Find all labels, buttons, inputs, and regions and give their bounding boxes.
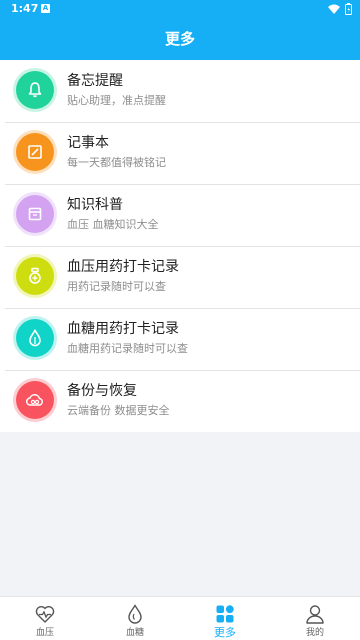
menu-item-notebook[interactable]: 记事本 每一天都值得被铭记 (0, 122, 360, 184)
grid-icon (216, 605, 234, 623)
menu-item-subtitle: 云端备份 数据更安全 (67, 404, 170, 417)
menu-item-knowledge[interactable]: 知识科普 血压 血糖知识大全 (0, 184, 360, 246)
bottom-tab-bar: 血压 血糖 更多 我的 (0, 596, 360, 640)
heart-pulse-icon (35, 606, 55, 623)
droplet-icon (16, 319, 54, 357)
notification-icon: A (41, 4, 50, 13)
pill-bottle-icon (16, 257, 54, 295)
menu-item-subtitle: 血压 血糖知识大全 (67, 218, 159, 231)
book-icon (16, 195, 54, 233)
page-title: 更多 (0, 18, 360, 60)
tab-label: 血糖 (125, 628, 144, 638)
wifi-icon (328, 4, 340, 14)
tab-blood-pressure[interactable]: 血压 (0, 597, 90, 640)
battery-icon (345, 3, 352, 15)
tab-blood-glucose[interactable]: 血糖 (90, 597, 180, 640)
person-icon (306, 605, 324, 624)
feature-list: 备忘提醒 贴心助理，准点提醒 记事本 每一天都值得被铭记 知识科普 血压 血糖知… (0, 60, 360, 432)
cloud-icon (16, 381, 54, 419)
notebook-icon (16, 133, 54, 171)
menu-item-subtitle: 血糖用药记录随时可以查 (67, 342, 188, 355)
menu-item-subtitle: 用药记录随时可以查 (67, 280, 166, 293)
menu-item-title: 记事本 (67, 135, 109, 151)
menu-item-reminder[interactable]: 备忘提醒 贴心助理，准点提醒 (0, 60, 360, 122)
bell-icon (16, 71, 54, 109)
tab-label: 血压 (35, 628, 54, 638)
menu-item-subtitle: 贴心助理，准点提醒 (67, 94, 166, 107)
system-icons (328, 3, 352, 15)
menu-item-bp-medication[interactable]: 血压用药打卡记录 用药记录随时可以查 (0, 246, 360, 308)
tab-profile[interactable]: 我的 (270, 597, 360, 640)
menu-item-title: 备份与恢复 (67, 383, 137, 399)
status-bar: 1:47 A (0, 0, 360, 18)
droplet-outline-icon (128, 604, 142, 624)
menu-item-title: 备忘提醒 (67, 73, 123, 89)
status-time: 1:47 (11, 2, 39, 15)
tab-label: 我的 (305, 628, 324, 638)
tab-label: 更多 (214, 626, 236, 639)
menu-item-title: 血糖用药打卡记录 (67, 321, 179, 337)
menu-item-backup[interactable]: 备份与恢复 云端备份 数据更安全 (0, 370, 360, 432)
menu-item-subtitle: 每一天都值得被铭记 (67, 156, 166, 169)
menu-item-title: 知识科普 (67, 197, 123, 213)
tab-more[interactable]: 更多 (180, 597, 270, 640)
menu-item-title: 血压用药打卡记录 (67, 259, 179, 275)
menu-item-glucose-medication[interactable]: 血糖用药打卡记录 血糖用药记录随时可以查 (0, 308, 360, 370)
